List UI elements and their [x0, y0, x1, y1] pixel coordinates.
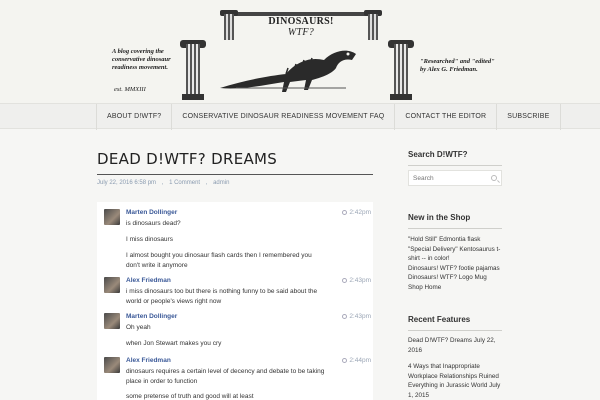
clock-icon — [342, 357, 348, 363]
chat-line: don't write it anymore — [126, 262, 188, 269]
shop-list: "Hold Still" Edmontia flask "Special Del… — [408, 235, 504, 292]
chat-screenshot: Marten Dollinger 2:42pm is dinosaurs dea… — [97, 202, 373, 400]
chat-line: i miss dinosaurs too but there is nothin… — [126, 288, 318, 295]
search-heading: Search D!WTF? — [408, 150, 502, 166]
recent-heading: Recent Features — [408, 315, 502, 331]
shop-link[interactable]: Dinosaurs! WTF? Logo Mug — [408, 273, 504, 283]
chat-line: place in order to function — [126, 378, 198, 385]
meta-separator: , — [161, 180, 164, 186]
search-icon[interactable] — [491, 175, 497, 181]
chat-time: 2:43pm — [342, 277, 371, 284]
chat-line: world or people's views right now — [126, 298, 222, 305]
recent-list: Dead D!WTF? Dreams July 22, 2016 4 Ways … — [408, 336, 504, 400]
search-box[interactable] — [408, 170, 502, 186]
chat-time-text: 2:42pm — [349, 209, 371, 216]
recent-post-link[interactable]: 4 Ways that Inappropriate Workplace Rela… — [408, 362, 504, 400]
chat-line: dinosaurs requires a certain level of de… — [126, 368, 325, 375]
chat-line: Oh yeah — [126, 324, 151, 331]
meta-separator: , — [205, 180, 208, 186]
chat-sender: Marten Dollinger — [126, 209, 178, 216]
chat-sender: Alex Friedman — [126, 277, 171, 284]
site-tagline: A blog covering the conservative dinosau… — [112, 48, 171, 71]
post-comments-link[interactable]: 1 Comment — [169, 180, 200, 186]
search-input[interactable] — [413, 173, 489, 184]
dinosaur-skeleton-icon — [220, 50, 356, 92]
clock-icon — [342, 209, 348, 215]
chat-sender: Marten Dollinger — [126, 313, 178, 320]
nav-items: ABOUT D!WTF? CONSERVATIVE DINOSAUR READI… — [96, 104, 561, 130]
chat-time: 2:44pm — [342, 357, 371, 364]
chat-sender: Alex Friedman — [126, 357, 171, 364]
shop-link[interactable]: Dinosaurs! WTF? footie pajamas — [408, 264, 504, 274]
nav-item-contact[interactable]: CONTACT THE EDITOR — [395, 104, 498, 130]
banner-title: DINOSAURS! WTF? — [264, 16, 338, 38]
clock-icon — [342, 313, 348, 319]
column-base — [390, 94, 412, 100]
site-header: DINOSAURS! WTF? A blog covering the cons… — [0, 0, 600, 103]
nav-item-subscribe[interactable]: SUBSCRIBE — [497, 104, 561, 130]
shop-link[interactable]: shirt -- in color! — [408, 254, 504, 264]
nav-item-faq[interactable]: CONSERVATIVE DINOSAUR READINESS MOVEMENT… — [172, 104, 396, 130]
chat-time-text: 2:43pm — [349, 313, 371, 320]
avatar — [104, 277, 120, 293]
main-nav: ABOUT D!WTF? CONSERVATIVE DINOSAUR READI… — [0, 103, 600, 130]
chat-line: when Jon Stewart makes you cry — [126, 340, 222, 347]
chat-time-text: 2:44pm — [349, 357, 371, 364]
banner-title-sub: WTF? — [287, 27, 315, 38]
post-author-link[interactable]: admin — [213, 180, 229, 186]
shop-link[interactable]: "Hold Still" Edmontia flask — [408, 235, 504, 245]
clock-icon — [342, 277, 348, 283]
column-icon — [394, 44, 408, 100]
avatar — [104, 209, 120, 225]
chat-time: 2:43pm — [342, 313, 371, 320]
chat-line: I miss dinosaurs — [126, 236, 173, 243]
column-icon — [368, 14, 378, 40]
post-date-link[interactable]: July 22, 2016 6:58 pm — [97, 180, 156, 186]
shop-link[interactable]: "Special Delivery" Kentosaurus t- — [408, 245, 504, 255]
established-text: est. MMXIII — [114, 86, 146, 93]
post-meta: July 22, 2016 6:58 pm , 1 Comment , admi… — [97, 180, 233, 186]
chat-time-text: 2:43pm — [349, 277, 371, 284]
shop-heading: New in the Shop — [408, 213, 502, 229]
avatar — [104, 357, 120, 373]
column-icon — [186, 44, 200, 100]
avatar — [104, 313, 120, 329]
banner-title-main: DINOSAURS! — [268, 16, 334, 27]
site-credit: "Researched" and "edited" by Alex G. Fri… — [420, 58, 495, 73]
chat-line: some pretense of truth and good will at … — [126, 393, 254, 400]
post-title[interactable]: DEAD D!WTF? DREAMS — [97, 150, 373, 175]
chat-time: 2:42pm — [342, 209, 371, 216]
column-icon — [224, 14, 234, 40]
nav-item-about[interactable]: ABOUT D!WTF? — [96, 104, 173, 130]
site-banner[interactable]: DINOSAURS! WTF? A blog covering the cons… — [104, 8, 496, 100]
chat-line: I almost bought you dinosaur flash cards… — [126, 252, 312, 259]
column-base — [182, 94, 204, 100]
recent-post-link[interactable]: Dead D!WTF? Dreams July 22, 2016 — [408, 336, 504, 355]
chat-line: is dinosaurs dead? — [126, 220, 181, 227]
shop-link[interactable]: Shop Home — [408, 283, 504, 293]
